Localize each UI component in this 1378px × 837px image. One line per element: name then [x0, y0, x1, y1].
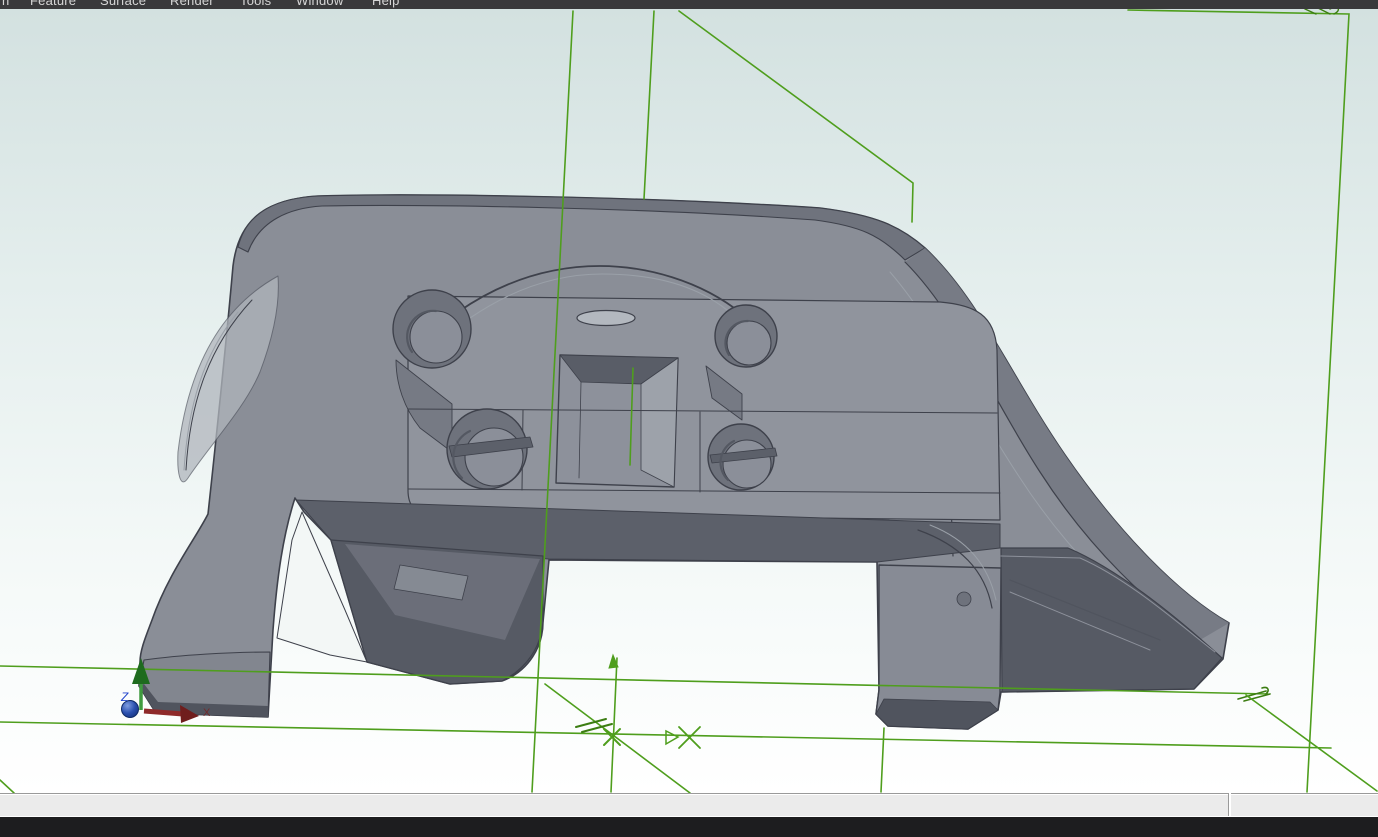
axis-x-shaft [144, 711, 183, 714]
axis-x-label: X [203, 707, 211, 719]
status-bar [0, 793, 1378, 817]
part-counterbore-left-inner [410, 311, 462, 363]
menu-item-feature[interactable]: Feature [30, 0, 76, 8]
app-window: n Feature Surface Render Tools Window He… [0, 0, 1378, 837]
3d-viewport[interactable]: Z X [0, 0, 1378, 837]
menu-item-surface[interactable]: Surface [100, 0, 146, 8]
menu-item-render[interactable]: Render [170, 0, 214, 8]
status-coords-panel [1231, 793, 1378, 816]
menu-item-help[interactable]: Help [372, 0, 400, 8]
menu-item-partial[interactable]: n [2, 0, 9, 8]
part-screw-right-inner [723, 440, 771, 488]
menu-bar: n Feature Surface Render Tools Window He… [0, 0, 1378, 9]
axis-z-label: Z [120, 690, 129, 704]
menu-item-tools[interactable]: Tools [240, 0, 271, 8]
part-oval-slot [577, 311, 635, 326]
part-counterbore-right-inner [727, 321, 771, 365]
part-cove-notch [957, 592, 971, 606]
taskbar[interactable] [0, 817, 1378, 837]
part-screw-left-inner [465, 428, 523, 486]
status-message-panel [0, 793, 1229, 816]
menu-item-window[interactable]: Window [296, 0, 343, 8]
